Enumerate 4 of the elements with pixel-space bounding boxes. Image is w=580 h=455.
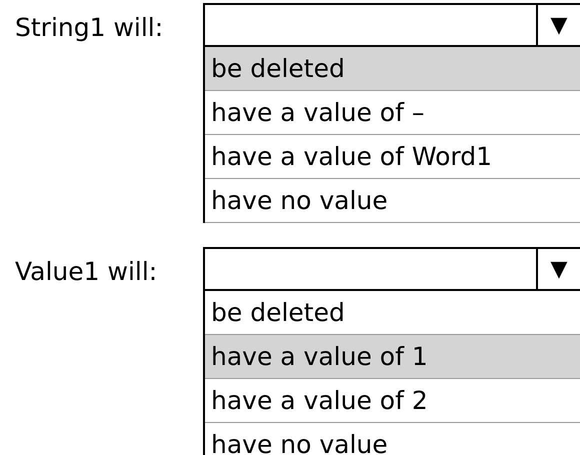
question-label: Value1 will:: [15, 257, 158, 286]
dropdown-option[interactable]: have a value of 1: [205, 335, 580, 379]
dropdown-option[interactable]: be deleted: [205, 47, 580, 91]
question-label: String1 will:: [15, 13, 164, 42]
